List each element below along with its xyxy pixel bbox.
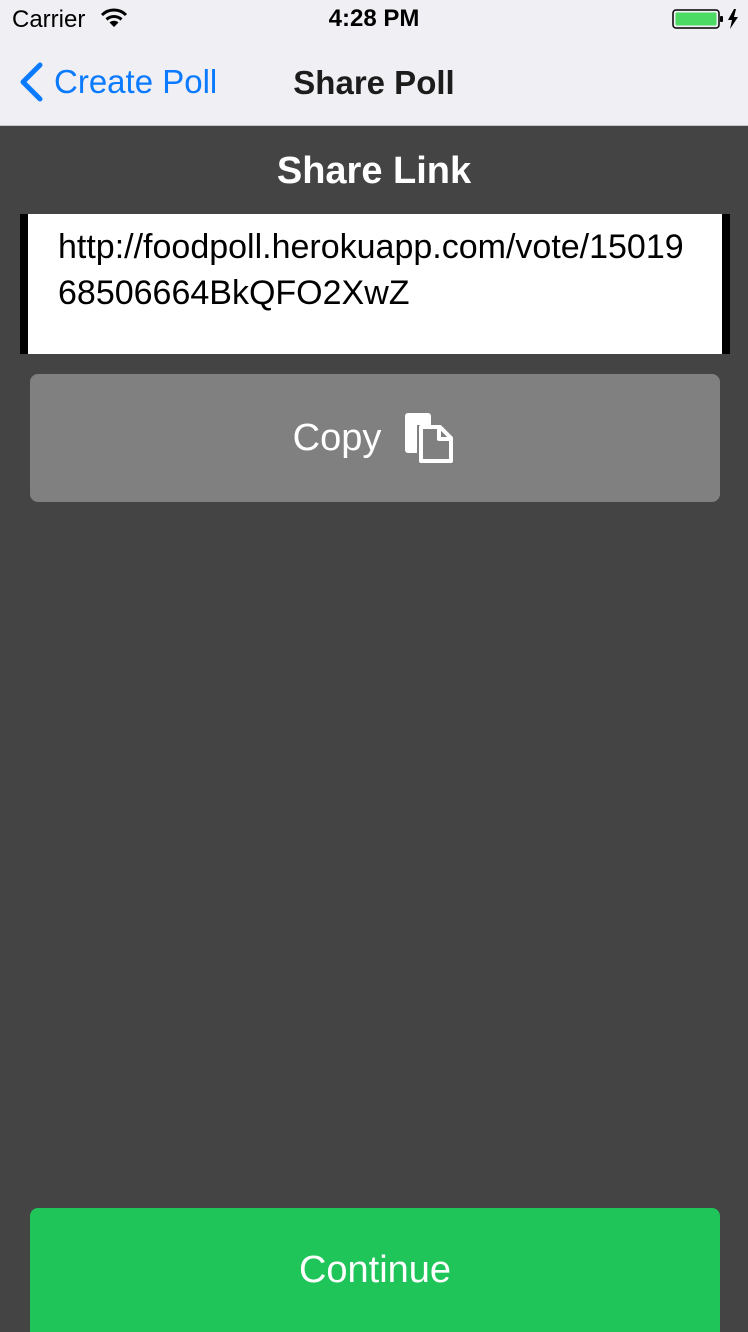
continue-label: Continue <box>298 1248 452 1291</box>
share-link-heading: Share Link <box>276 150 472 192</box>
copy-label: Copy <box>292 416 382 459</box>
navigation-bar: Create Poll Share Poll <box>0 40 748 126</box>
copy-button[interactable]: Copy <box>30 374 720 502</box>
copy-icon <box>405 413 454 463</box>
battery-charging-icon <box>672 9 738 29</box>
status-time: 4:28 PM <box>328 5 420 32</box>
status-bar: Carrier 4:28 PM <box>0 0 748 40</box>
continue-button[interactable]: Continue <box>30 1208 720 1332</box>
share-link-field[interactable]: http://foodpoll.herokuapp.com/vote/15019… <box>20 214 730 354</box>
share-link-text: http://foodpoll.herokuapp.com/vote/15019… <box>58 228 684 312</box>
page-title: Share Poll <box>293 64 455 101</box>
share-poll-screen: Carrier 4:28 PM Create Poll Share Poll S… <box>0 0 748 1332</box>
